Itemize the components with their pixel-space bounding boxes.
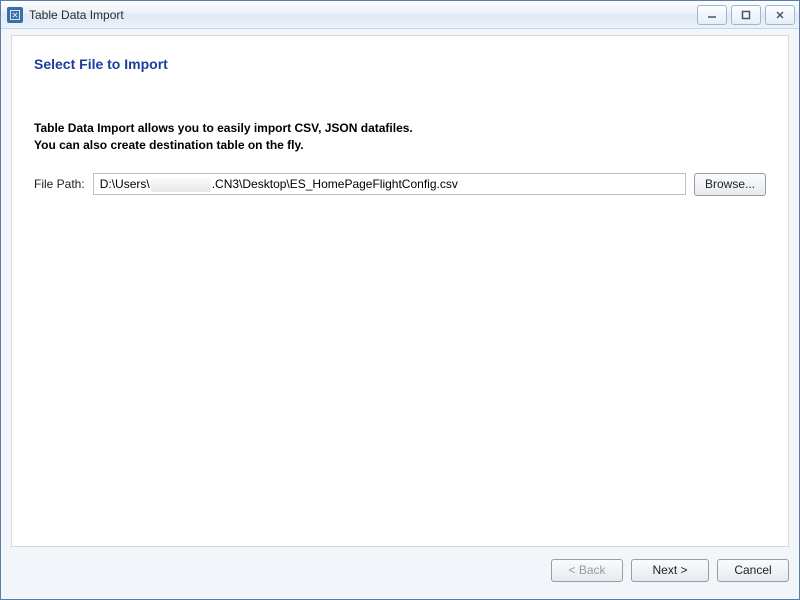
file-path-input[interactable]: D:\Users\.CN3\Desktop\ES_HomePageFlightC…: [93, 173, 686, 195]
cancel-button[interactable]: Cancel: [717, 559, 789, 582]
description-text: Table Data Import allows you to easily i…: [34, 120, 766, 155]
next-button[interactable]: Next >: [631, 559, 709, 582]
file-path-label: File Path:: [34, 177, 85, 191]
redacted-segment: [151, 178, 211, 192]
window-title: Table Data Import: [29, 8, 697, 22]
minimize-button[interactable]: [697, 5, 727, 25]
maximize-button[interactable]: [731, 5, 761, 25]
file-path-value: D:\Users\.CN3\Desktop\ES_HomePageFlightC…: [100, 177, 458, 192]
wizard-button-bar: < Back Next > Cancel: [11, 555, 789, 585]
titlebar: Table Data Import: [1, 1, 799, 29]
back-button: < Back: [551, 559, 623, 582]
content-panel: Select File to Import Table Data Import …: [11, 35, 789, 547]
browse-button[interactable]: Browse...: [694, 173, 766, 196]
description-line-2: You can also create destination table on…: [34, 138, 304, 152]
file-path-row: File Path: D:\Users\.CN3\Desktop\ES_Home…: [34, 173, 766, 196]
page-heading: Select File to Import: [34, 56, 766, 72]
description-line-1: Table Data Import allows you to easily i…: [34, 121, 413, 135]
app-icon: [7, 7, 23, 23]
window-controls: [697, 5, 795, 25]
close-button[interactable]: [765, 5, 795, 25]
